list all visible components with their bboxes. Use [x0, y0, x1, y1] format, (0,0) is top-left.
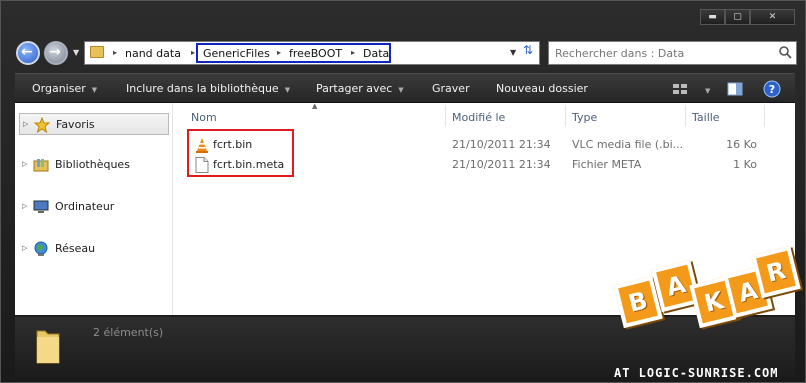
help-icon[interactable]: ? [763, 80, 781, 98]
column-divider[interactable] [685, 105, 686, 127]
share-with-label: Partager avec [316, 82, 393, 95]
sidebar-item-bibliotheques[interactable]: ▷ Bibliothèques [19, 154, 169, 176]
refresh-icon[interactable]: ⇅ [520, 42, 536, 58]
chevron-down-icon: ▼ [91, 86, 98, 94]
library-icon [33, 159, 49, 172]
expand-triangle-icon[interactable]: ▷ [22, 244, 27, 252]
file-size: 16 Ko [726, 138, 757, 151]
highlight-box-blue [196, 43, 391, 63]
minimize-button[interactable]: ▬ [700, 9, 725, 25]
maximize-button[interactable]: ▢ [725, 9, 750, 25]
file-type: Fichier META [572, 158, 642, 171]
bakar-logo: B A K A R [613, 245, 801, 364]
file-modified: 21/10/2011 21:34 [452, 158, 551, 171]
new-folder-button[interactable]: Nouveau dossier [496, 82, 588, 95]
preview-pane-icon[interactable] [726, 80, 744, 98]
expand-triangle-icon[interactable]: ▷ [22, 160, 27, 168]
folder-icon [90, 46, 104, 58]
file-modified: 21/10/2011 21:34 [452, 138, 551, 151]
include-library-menu[interactable]: Inclure dans la bibliothèque ▼ [126, 82, 290, 95]
close-button[interactable]: ✕ [750, 9, 795, 25]
command-bar: Organiser ▼ Inclure dans la bibliothèque ▼… [15, 73, 795, 103]
folder-icon [36, 330, 60, 364]
sidebar-item-reseau[interactable]: ▷ Réseau [19, 238, 169, 260]
chevron-down-icon: ▼ [398, 86, 404, 94]
star-icon [34, 117, 50, 133]
sidebar-item-favoris[interactable]: ▷ Favoris [19, 113, 169, 135]
breadcrumb-separator-icon[interactable]: ▸ [191, 48, 195, 57]
window-controls: ▬ ▢ ✕ [700, 9, 795, 25]
back-button[interactable] [16, 41, 40, 65]
sidebar-item-label: Bibliothèques [55, 158, 130, 171]
address-bar: ▼ ▸ nand data ▸ GenericFiles ▸ freeBOOT … [11, 39, 797, 69]
sidebar-item-ordinateur[interactable]: ▷ Ordinateur [19, 196, 169, 218]
search-icon[interactable] [778, 45, 792, 59]
breadcrumb[interactable]: ▸ nand data ▸ GenericFiles ▸ freeBOOT ▸ … [84, 41, 540, 65]
search-field[interactable] [548, 41, 797, 65]
svg-text:?: ? [769, 83, 775, 96]
navigation-pane: ▷ Favoris ▷ Bibliothèques ▷ Ordinateur ▷… [15, 103, 173, 315]
organize-menu[interactable]: Organiser ▼ [32, 82, 97, 95]
view-options-icon[interactable] [671, 80, 689, 98]
sidebar-item-label: Ordinateur [55, 200, 115, 213]
vlc-cone-icon [196, 138, 208, 153]
address-dropdown-icon[interactable]: ▼ [510, 48, 516, 57]
column-header-modified[interactable]: Modifié le [452, 111, 505, 124]
file-name[interactable]: fcrt.bin [213, 138, 252, 151]
column-header-size[interactable]: Taille [692, 111, 720, 124]
burn-button[interactable]: Graver [432, 82, 470, 95]
view-dropdown-icon[interactable]: ▼ [699, 83, 710, 96]
breadcrumb-nand-data[interactable]: nand data [125, 47, 181, 60]
column-divider[interactable] [445, 105, 446, 127]
logo-letter-text: R [763, 256, 789, 288]
chevron-down-icon: ▼ [705, 87, 711, 95]
column-divider[interactable] [764, 105, 765, 127]
breadcrumb-separator-icon[interactable]: ▸ [113, 48, 117, 57]
column-divider[interactable] [565, 105, 566, 127]
forward-button[interactable] [44, 41, 68, 65]
file-name[interactable]: fcrt.bin.meta [213, 158, 284, 171]
column-header-name[interactable]: Nom [191, 111, 217, 124]
search-input[interactable] [555, 43, 765, 63]
sort-ascending-icon: ▲ [312, 102, 318, 110]
expand-triangle-icon[interactable]: ▷ [23, 120, 28, 128]
chevron-down-icon: ▼ [284, 86, 291, 94]
network-icon [34, 241, 48, 256]
include-library-label: Inclure dans la bibliothèque [126, 82, 279, 95]
file-size: 1 Ko [733, 158, 757, 171]
file-type: VLC media file (.bi... [572, 138, 684, 151]
organize-label: Organiser [32, 82, 86, 95]
column-header-type[interactable]: Type [572, 111, 597, 124]
watermark-text: AT LOGIC-SUNRISE.COM [614, 366, 779, 380]
computer-icon [33, 200, 49, 213]
item-count: 2 élément(s) [93, 326, 164, 339]
share-with-menu[interactable]: Partager avec ▼ [316, 82, 404, 95]
sidebar-item-label: Favoris [56, 118, 95, 131]
sidebar-item-label: Réseau [55, 242, 96, 255]
recent-pages-dropdown[interactable]: ▼ [73, 48, 79, 57]
expand-triangle-icon[interactable]: ▷ [22, 202, 27, 210]
generic-file-icon [195, 157, 209, 173]
logo-letter-text: B [625, 286, 651, 318]
